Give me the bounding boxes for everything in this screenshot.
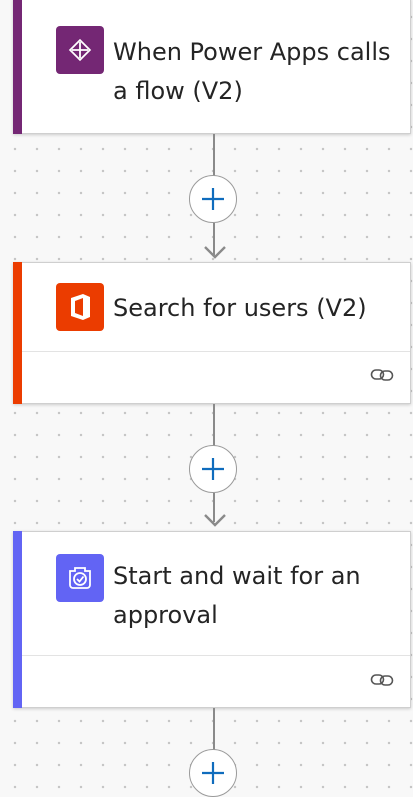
step-card-search-users[interactable]: Search for users (V2): [13, 262, 411, 404]
step-footer-divider: [22, 655, 410, 656]
add-step-button[interactable]: [189, 445, 237, 493]
step-accent-bar: [13, 531, 22, 708]
power-apps-icon: [56, 26, 104, 74]
link-icon[interactable]: [370, 672, 394, 688]
add-step-button[interactable]: [189, 749, 237, 797]
flow-canvas: When Power Apps calls a flow (V2) Search…: [0, 0, 413, 797]
step-card-start-approval[interactable]: Start and wait for an approval: [13, 531, 411, 708]
office-icon: [56, 283, 104, 331]
connector-line: [213, 404, 215, 446]
add-step-button[interactable]: [189, 175, 237, 223]
step-title: Search for users (V2): [113, 294, 367, 322]
step-title: Start and wait for an approval: [113, 562, 361, 629]
approvals-icon: [56, 554, 104, 602]
step-accent-bar: [13, 0, 22, 134]
plus-icon: [202, 458, 224, 480]
arrow-down-icon: [204, 514, 226, 527]
step-title: When Power Apps calls a flow (V2): [113, 38, 391, 105]
plus-icon: [202, 188, 224, 210]
link-icon[interactable]: [370, 367, 394, 383]
connector-line: [213, 134, 215, 176]
step-footer-divider: [22, 351, 410, 352]
step-accent-bar: [13, 262, 22, 404]
step-card-power-apps-trigger[interactable]: When Power Apps calls a flow (V2): [13, 0, 411, 134]
connector-line: [213, 708, 215, 750]
arrow-down-icon: [204, 246, 226, 259]
plus-icon: [202, 762, 224, 784]
